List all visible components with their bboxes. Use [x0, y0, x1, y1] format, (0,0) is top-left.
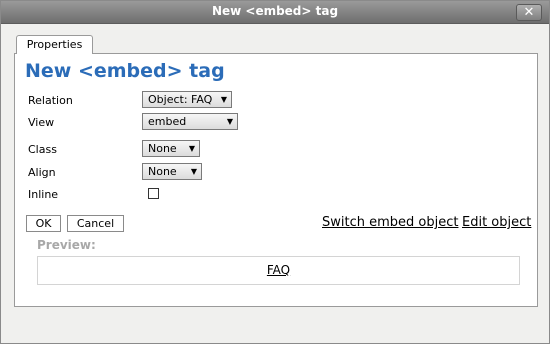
class-select[interactable]: None ▼ — [142, 140, 200, 157]
window-title: New <embed> tag — [211, 4, 339, 18]
chevron-down-icon: ▼ — [226, 117, 234, 126]
dialog-window: New <embed> tag ✕ Properties New <embed>… — [0, 0, 550, 344]
view-select[interactable]: embed ▼ — [142, 113, 238, 130]
inline-checkbox[interactable] — [148, 188, 159, 199]
align-value: None — [148, 165, 177, 178]
chevron-down-icon: ▼ — [188, 144, 196, 153]
class-label: Class — [28, 143, 57, 156]
relation-select[interactable]: Object: FAQ ▼ — [142, 91, 232, 108]
relation-value: Object: FAQ — [148, 93, 213, 106]
tab-properties[interactable]: Properties — [16, 35, 93, 54]
view-label: View — [28, 116, 55, 129]
cancel-button[interactable]: Cancel — [67, 215, 124, 232]
close-button[interactable]: ✕ — [516, 4, 542, 21]
inline-label: Inline — [28, 188, 59, 201]
preview-label: Preview: — [37, 238, 96, 252]
chevron-down-icon: ▼ — [190, 167, 198, 176]
switch-embed-object-link[interactable]: Switch embed object — [322, 215, 458, 230]
align-label: Align — [28, 166, 56, 179]
align-select[interactable]: None ▼ — [142, 163, 202, 180]
ok-button[interactable]: OK — [26, 215, 61, 232]
class-value: None — [148, 142, 177, 155]
view-value: embed — [148, 115, 187, 128]
preview-box: FAQ — [37, 256, 520, 285]
title-bar[interactable]: New <embed> tag ✕ — [1, 1, 549, 24]
preview-faq-link[interactable]: FAQ — [38, 263, 519, 277]
edit-object-link[interactable]: Edit object — [462, 215, 531, 230]
relation-label: Relation — [28, 94, 73, 107]
chevron-down-icon: ▼ — [220, 95, 228, 104]
close-icon: ✕ — [523, 5, 535, 20]
page-title: New <embed> tag — [25, 60, 225, 82]
